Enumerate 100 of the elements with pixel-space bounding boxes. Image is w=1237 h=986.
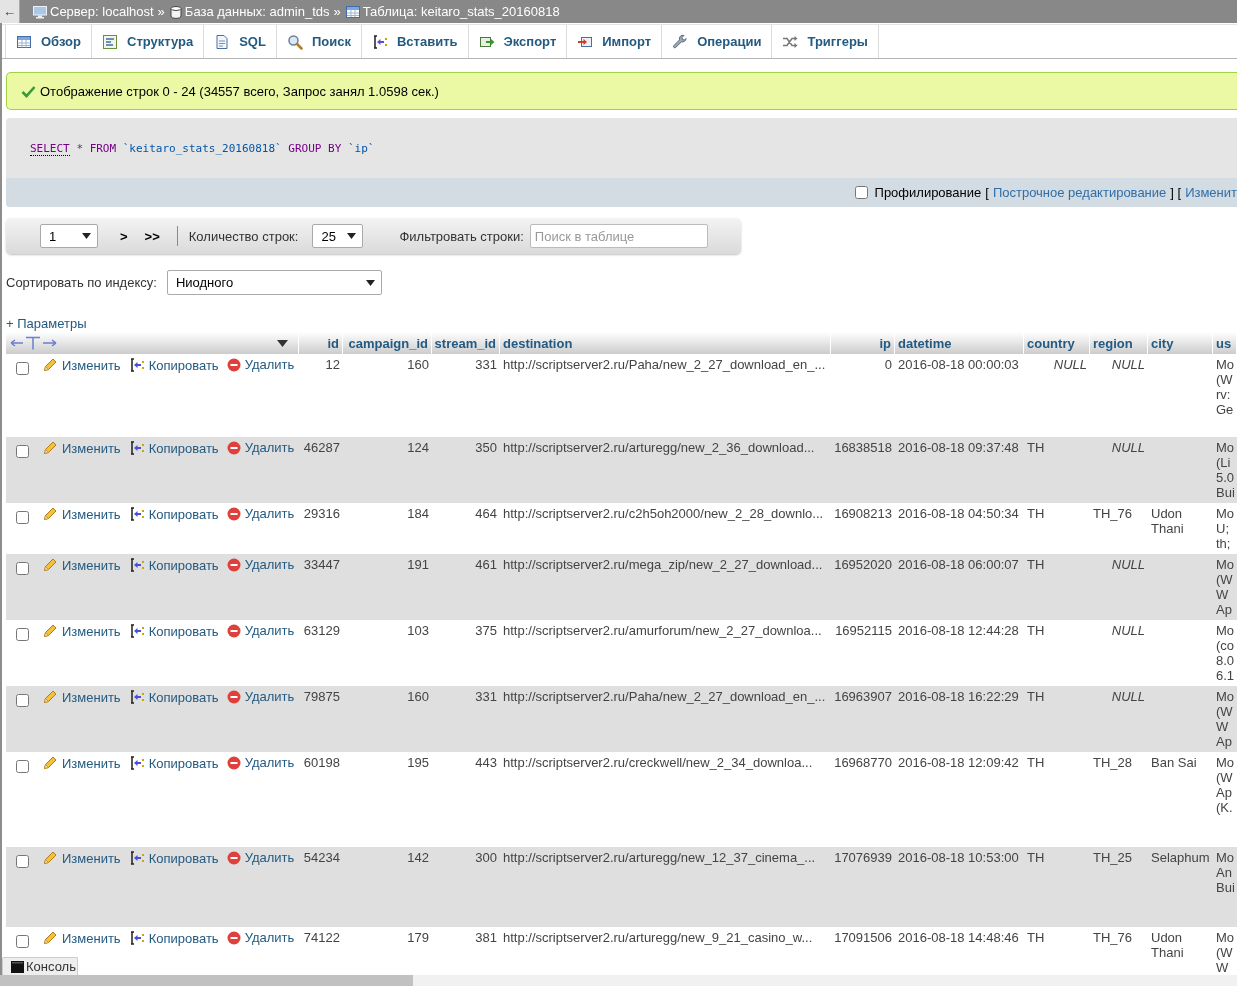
breadcrumb-link[interactable]: Сервер: localhost (33, 4, 154, 19)
edit-link[interactable]: Изменить (42, 440, 121, 456)
row-checkbox[interactable] (16, 362, 29, 375)
minus-circle-icon[interactable] (226, 689, 241, 704)
pencil-icon[interactable] (42, 440, 58, 456)
breadcrumb-link[interactable]: База данных: admin_tds (169, 4, 330, 19)
insert-arrow-icon[interactable] (128, 755, 145, 771)
caret-icon[interactable] (82, 233, 91, 239)
pencil-icon[interactable] (42, 850, 58, 866)
delete-link[interactable]: Удалить (226, 850, 295, 865)
tab[interactable]: Обзор (5, 25, 92, 58)
profiling-checkbox[interactable] (854, 186, 868, 199)
copy-link[interactable]: Копировать (128, 357, 219, 373)
row-checkbox[interactable] (16, 935, 29, 948)
column-header[interactable]: city (1148, 332, 1213, 354)
insert-arrow-icon[interactable] (128, 440, 145, 456)
query-option-link[interactable]: Построчное редактирование (992, 185, 1167, 200)
page-select[interactable]: 1 (40, 224, 98, 248)
column-arrows-icon[interactable] (10, 336, 57, 350)
insert-arrow-icon[interactable] (128, 557, 145, 573)
minus-circle-icon[interactable] (226, 506, 241, 521)
back-button[interactable]: ← (0, 0, 20, 23)
row-checkbox[interactable] (16, 445, 29, 458)
rows-select[interactable]: 25 (312, 224, 364, 248)
insert-arrow-icon[interactable] (128, 689, 145, 705)
column-header[interactable]: country (1024, 332, 1090, 354)
sort-select[interactable]: Ниодного (166, 270, 382, 295)
copy-link[interactable]: Копировать (128, 623, 219, 639)
options-link[interactable]: + Параметры (6, 316, 87, 331)
copy-link[interactable]: Копировать (128, 440, 219, 456)
column-header[interactable]: id (299, 332, 343, 354)
scrollbar-thumb[interactable] (0, 975, 413, 986)
caret-icon[interactable] (347, 233, 357, 239)
page-nav-button[interactable]: > (116, 228, 132, 244)
delete-link[interactable]: Удалить (226, 440, 295, 455)
edit-link[interactable]: Изменить (42, 506, 121, 522)
copy-link[interactable]: Копировать (128, 930, 219, 946)
insert-arrow-icon[interactable] (128, 930, 145, 946)
column-header[interactable]: us (1213, 332, 1237, 354)
monitor-icon[interactable] (33, 4, 47, 19)
structure-icon[interactable] (102, 33, 118, 50)
pencil-icon[interactable] (42, 689, 58, 705)
pencil-icon[interactable] (42, 623, 58, 639)
delete-link[interactable]: Удалить (226, 689, 295, 704)
query-option-link[interactable]: Изменит (1185, 185, 1237, 200)
copy-link[interactable]: Копировать (128, 506, 219, 522)
edit-link[interactable]: Изменить (42, 357, 121, 373)
copy-link[interactable]: Копировать (128, 689, 219, 705)
row-checkbox[interactable] (16, 511, 29, 524)
pencil-icon[interactable] (42, 557, 58, 573)
table-grid-icon[interactable] (345, 4, 360, 19)
search-icon[interactable] (286, 33, 303, 50)
column-header[interactable]: ip (831, 332, 895, 354)
row-checkbox[interactable] (16, 760, 29, 773)
minus-circle-icon[interactable] (226, 755, 241, 770)
row-checkbox[interactable] (16, 628, 29, 641)
copy-link[interactable]: Копировать (128, 755, 219, 771)
sql-keyword-link[interactable]: SELECT (30, 141, 70, 156)
row-checkbox[interactable] (16, 562, 29, 575)
delete-link[interactable]: Удалить (226, 755, 295, 770)
table-grid-icon[interactable] (16, 33, 32, 50)
minus-circle-icon[interactable] (226, 357, 241, 372)
console-tab[interactable]: Консоль (2, 957, 78, 975)
pencil-icon[interactable] (42, 930, 58, 946)
filter-field[interactable]: Поиск в таблице (529, 224, 708, 248)
minus-circle-icon[interactable] (226, 930, 241, 945)
row-checkbox[interactable] (16, 694, 29, 707)
copy-link[interactable]: Копировать (128, 557, 219, 573)
page-nav-button[interactable]: >> (140, 228, 164, 244)
edit-link[interactable]: Изменить (42, 557, 121, 573)
edit-link[interactable]: Изменить (42, 689, 121, 705)
console-icon[interactable] (11, 960, 24, 973)
copy-link[interactable]: Копировать (128, 850, 219, 866)
row-checkbox[interactable] (16, 855, 29, 868)
delete-link[interactable]: Удалить (226, 623, 295, 638)
insert-arrow-icon[interactable] (371, 33, 388, 50)
minus-circle-icon[interactable] (226, 623, 241, 638)
caret-icon[interactable] (277, 339, 288, 347)
column-header[interactable]: region (1090, 332, 1148, 354)
column-header[interactable]: destination (500, 332, 831, 354)
edit-link[interactable]: Изменить (42, 623, 121, 639)
column-header[interactable]: datetime (895, 332, 1024, 354)
document-icon[interactable] (214, 33, 231, 50)
scrollbar-track[interactable] (0, 975, 1237, 986)
pencil-icon[interactable] (42, 506, 58, 522)
breadcrumb-link[interactable]: Таблица: keitaro_stats_20160818 (345, 4, 560, 19)
wrench-icon[interactable] (672, 33, 689, 50)
delete-link[interactable]: Удалить (226, 506, 295, 521)
column-header[interactable]: campaign_id (343, 332, 432, 354)
caret-icon[interactable] (365, 279, 375, 286)
edit-link[interactable]: Изменить (42, 930, 121, 946)
minus-circle-icon[interactable] (226, 440, 241, 455)
pencil-icon[interactable] (42, 755, 58, 771)
database-icon[interactable] (169, 4, 182, 19)
delete-link[interactable]: Удалить (226, 557, 295, 572)
edit-link[interactable]: Изменить (42, 850, 121, 866)
insert-arrow-icon[interactable] (128, 850, 145, 866)
edit-link[interactable]: Изменить (42, 755, 121, 771)
minus-circle-icon[interactable] (226, 557, 241, 572)
minus-circle-icon[interactable] (226, 850, 241, 865)
